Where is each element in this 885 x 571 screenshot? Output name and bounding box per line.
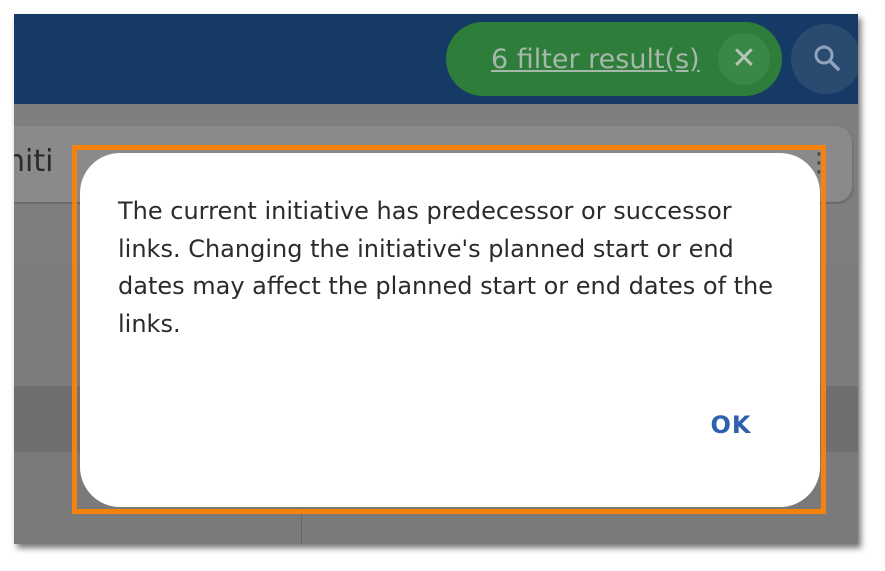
filter-result-chip[interactable]: 6 filter result(s) ✕ [446,22,782,96]
screenshot-frame: 6 filter result(s) ✕ niti ⋮ The current … [14,14,858,544]
filter-result-label[interactable]: 6 filter result(s) [491,44,700,75]
app-bar: 6 filter result(s) ✕ [14,14,858,104]
card-title: niti [14,144,54,179]
highlight-outline [72,145,826,514]
search-icon [814,45,840,71]
search-button[interactable] [791,24,858,94]
close-icon[interactable]: ✕ [718,33,770,85]
